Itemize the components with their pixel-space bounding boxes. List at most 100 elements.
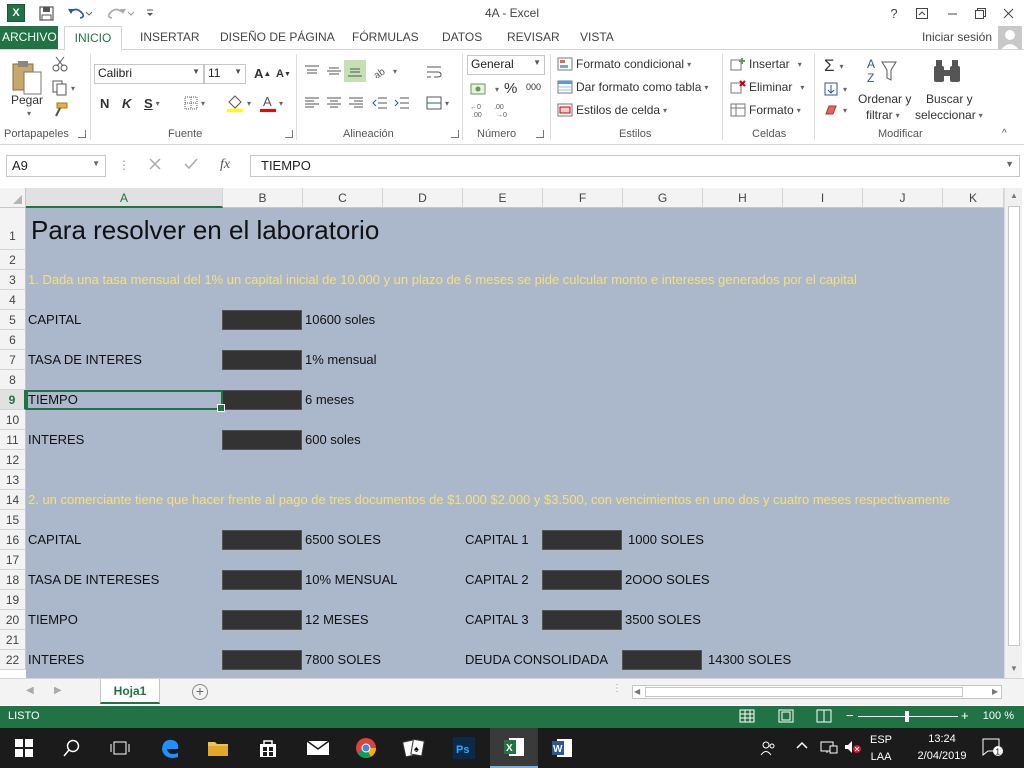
minimize-icon[interactable] [940,3,964,23]
row-header[interactable]: 9 [0,390,26,410]
find-select-button[interactable]: Buscar y [926,92,973,106]
more-options-icon[interactable]: ⋮ [118,158,130,172]
clear-icon[interactable]: ▾ [824,104,847,116]
tab-insertar[interactable]: INSERTAR [138,26,202,50]
row-header[interactable]: 10 [0,410,26,430]
paste-dropdown-icon[interactable]: ▾ [24,109,31,118]
font-name-combo[interactable]: Calibri ▼ [94,64,204,84]
p1-tasa-value[interactable]: 1% mensual [305,350,377,370]
horizontal-scrollbar[interactable]: ◀ ▶ [632,685,1002,699]
scroll-left-icon[interactable]: ◀ [634,687,640,696]
help-icon[interactable]: ? [882,3,906,23]
align-middle-icon[interactable] [326,64,342,78]
align-top-icon[interactable] [304,64,320,78]
task-view-icon[interactable] [96,728,144,768]
row-header[interactable]: 22 [0,650,26,670]
row-header[interactable]: 3 [0,270,26,290]
comma-style-icon[interactable]: 000 [526,82,541,92]
tab-inicio[interactable]: INICIO [64,26,122,51]
find-select-icon[interactable] [932,58,962,86]
windows-start-icon[interactable] [0,728,48,768]
name-box[interactable]: A9 ▼ [6,155,106,177]
cancel-entry-icon[interactable] [148,157,162,171]
redacted-cell[interactable] [542,530,622,550]
clipboard-launcher-icon[interactable] [78,130,86,138]
column-header[interactable]: D [383,188,463,208]
redacted-cell[interactable] [222,610,302,630]
search-icon[interactable] [48,728,96,768]
copy-icon[interactable]: ▾ [52,80,75,96]
deuda-consolidada-value[interactable]: 14300 SOLES [708,650,791,670]
redacted-cell[interactable] [222,310,302,330]
sort-filter-button[interactable]: Ordenar y [858,92,911,106]
tab-vista[interactable]: VISTA [578,26,616,50]
p1-tasa-label[interactable]: TASA DE INTERES [28,350,142,370]
sheet-tab-hoja1[interactable]: Hoja1 [100,679,160,704]
p1-interes-value[interactable]: 600 soles [305,430,361,450]
paste-icon[interactable] [10,58,46,98]
column-header[interactable]: I [783,188,863,208]
font-color-icon[interactable]: A ▾ [260,94,283,112]
column-header[interactable]: B [223,188,303,208]
row-header[interactable]: 15 [0,510,26,530]
grow-font-icon[interactable]: A ▲ [254,66,271,81]
redacted-cell[interactable] [542,610,622,630]
deuda-consolidada-label[interactable]: DEUDA CONSOLIDADA [465,650,608,670]
tab-archivo[interactable]: ARCHIVO [0,26,58,50]
borders-icon[interactable]: ▾ [184,96,205,110]
action-center-icon[interactable]: 1 [982,738,1004,760]
p2-tasa-value[interactable]: 10% MENSUAL [305,570,397,590]
problem-1-text[interactable]: 1. Dada una tasa mensual del 1% un capit… [28,270,857,290]
align-right-icon[interactable] [348,96,364,110]
redacted-cell[interactable] [222,530,302,550]
row-header[interactable]: 18 [0,570,26,590]
scrollbar-thumb[interactable] [1008,206,1020,646]
p2-tasa-label[interactable]: TASA DE INTERESES [28,570,159,590]
tab-datos[interactable]: DATOS [440,26,484,50]
redo-icon[interactable] [106,3,136,23]
excel-taskbar-icon[interactable]: X [490,728,538,768]
row-header[interactable]: 1 [0,208,26,250]
formula-input[interactable]: TIEMPO ▼ [250,155,1020,177]
column-header[interactable]: F [543,188,623,208]
solitaire-icon[interactable]: ♠ [390,728,438,768]
redacted-cell[interactable] [222,350,302,370]
tab-split-handle[interactable]: ⋮ [612,683,622,694]
number-format-combo[interactable]: General ▼ [467,55,545,75]
p2-capital-value[interactable]: 6500 SOLES [305,530,381,550]
column-header[interactable]: K [943,188,1004,208]
photoshop-icon[interactable]: Ps [440,728,488,768]
redacted-cell[interactable] [542,570,622,590]
tab-diseno-pagina[interactable]: DISEÑO DE PÁGINA [218,26,337,50]
column-header[interactable]: G [623,188,703,208]
fill-color-icon[interactable]: ▾ [226,94,251,112]
restore-icon[interactable] [968,3,992,23]
paste-button[interactable]: Pegar [11,93,43,107]
p1-capital-value[interactable]: 10600 soles [305,310,375,330]
network-icon[interactable] [820,740,838,758]
p2-capital-label[interactable]: CAPITAL [28,530,81,550]
chrome-icon[interactable] [342,728,390,768]
bold-button[interactable]: N [100,96,109,111]
row-header[interactable]: 17 [0,550,26,570]
scrollbar-thumb[interactable] [645,687,963,697]
problem-2-text[interactable]: 2. un comerciante tiene que hacer frente… [28,490,950,510]
redacted-cell[interactable] [222,430,302,450]
p1-capital-label[interactable]: CAPITAL [28,310,81,330]
scroll-right-icon[interactable]: ▶ [992,687,998,696]
redacted-cell[interactable] [222,650,302,670]
redacted-cell[interactable] [622,650,702,670]
input-language[interactable]: ESP LAA [870,733,892,764]
decrease-indent-icon[interactable] [372,96,388,110]
add-sheet-icon[interactable]: + [192,684,208,700]
align-bottom-icon[interactable] [344,60,366,82]
p2-interes-label[interactable]: INTERES [28,650,84,670]
user-avatar[interactable] [998,26,1022,50]
tab-formulas[interactable]: FÓRMULAS [350,26,421,50]
close-icon[interactable] [996,3,1020,23]
save-icon[interactable] [36,3,56,23]
ribbon-display-icon[interactable] [910,3,934,23]
people-icon[interactable] [760,740,776,760]
number-launcher-icon[interactable] [536,130,544,138]
page-break-icon[interactable] [816,709,832,723]
